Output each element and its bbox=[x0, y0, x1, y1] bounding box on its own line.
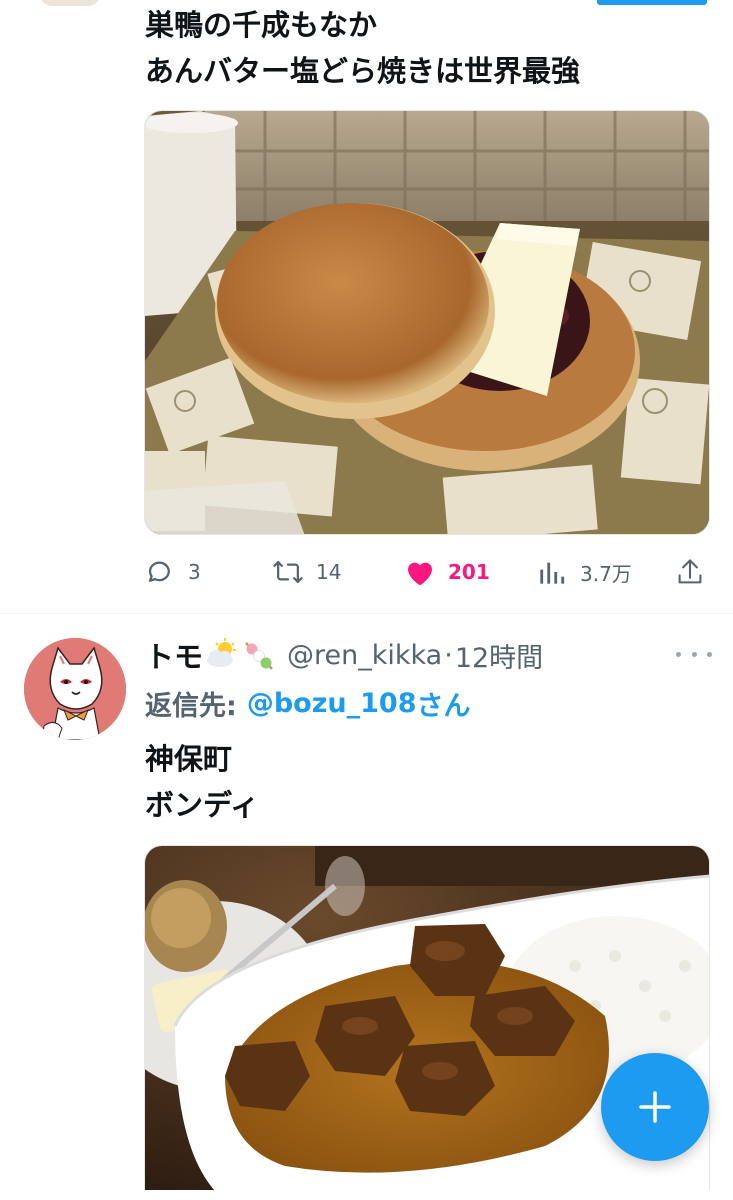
tweet-actions: 3 14 201 3.7万 bbox=[144, 552, 710, 592]
more-options-button[interactable] bbox=[676, 642, 712, 666]
tweet-text-line-2: ボンディ bbox=[145, 788, 259, 822]
separator-dot: · bbox=[444, 639, 453, 671]
tweet-text-line-2: あんバター塩どら焼きは世界最強 bbox=[145, 54, 581, 88]
view-count: 3.7万 bbox=[580, 561, 632, 586]
avatar[interactable] bbox=[24, 638, 126, 740]
retweet-icon bbox=[272, 556, 304, 588]
like-button[interactable]: 201 bbox=[404, 552, 490, 592]
tweet-header: トモ @ren_kikka · 12時間 bbox=[145, 632, 543, 678]
retweet-count: 14 bbox=[316, 560, 342, 584]
tweet-divider bbox=[0, 613, 733, 614]
reply-to-line: 返信先: @bozu_108 さん bbox=[145, 680, 471, 726]
heart-filled-icon bbox=[404, 556, 436, 588]
reply-button[interactable]: 3 bbox=[144, 552, 201, 592]
share-button[interactable] bbox=[674, 552, 706, 592]
display-name[interactable]: トモ bbox=[145, 634, 203, 676]
share-icon bbox=[674, 556, 706, 588]
like-count: 201 bbox=[448, 560, 490, 584]
previous-avatar-edge bbox=[40, 0, 100, 6]
tweet-text-line-1: 神保町 bbox=[145, 742, 233, 776]
reply-suffix: さん bbox=[416, 690, 471, 722]
views-button[interactable]: 3.7万 bbox=[536, 552, 632, 592]
compose-tweet-button[interactable] bbox=[601, 1053, 709, 1161]
tweet-timestamp[interactable]: 12時間 bbox=[455, 636, 543, 675]
views-chart-icon bbox=[536, 556, 568, 588]
dango-emoji-icon bbox=[241, 638, 275, 672]
reply-count: 3 bbox=[188, 560, 201, 584]
dorayaki-photo bbox=[145, 111, 709, 534]
more-dots-icon bbox=[676, 651, 681, 657]
reply-prefix: 返信先: bbox=[145, 690, 237, 722]
reply-to-user-link[interactable]: @bozu_108 bbox=[247, 688, 417, 719]
follow-button-edge[interactable] bbox=[597, 0, 707, 5]
cat-avatar-icon bbox=[24, 638, 126, 740]
user-handle[interactable]: @ren_kikka bbox=[287, 640, 442, 671]
tweet-media-dorayaki[interactable] bbox=[144, 110, 710, 535]
tweet-text-line-1: 巣鴨の千成もなか bbox=[145, 8, 378, 42]
reply-icon bbox=[144, 556, 176, 588]
retweet-button[interactable]: 14 bbox=[272, 552, 341, 592]
plus-icon bbox=[639, 1091, 671, 1123]
sun-behind-cloud-emoji-icon bbox=[205, 638, 239, 672]
